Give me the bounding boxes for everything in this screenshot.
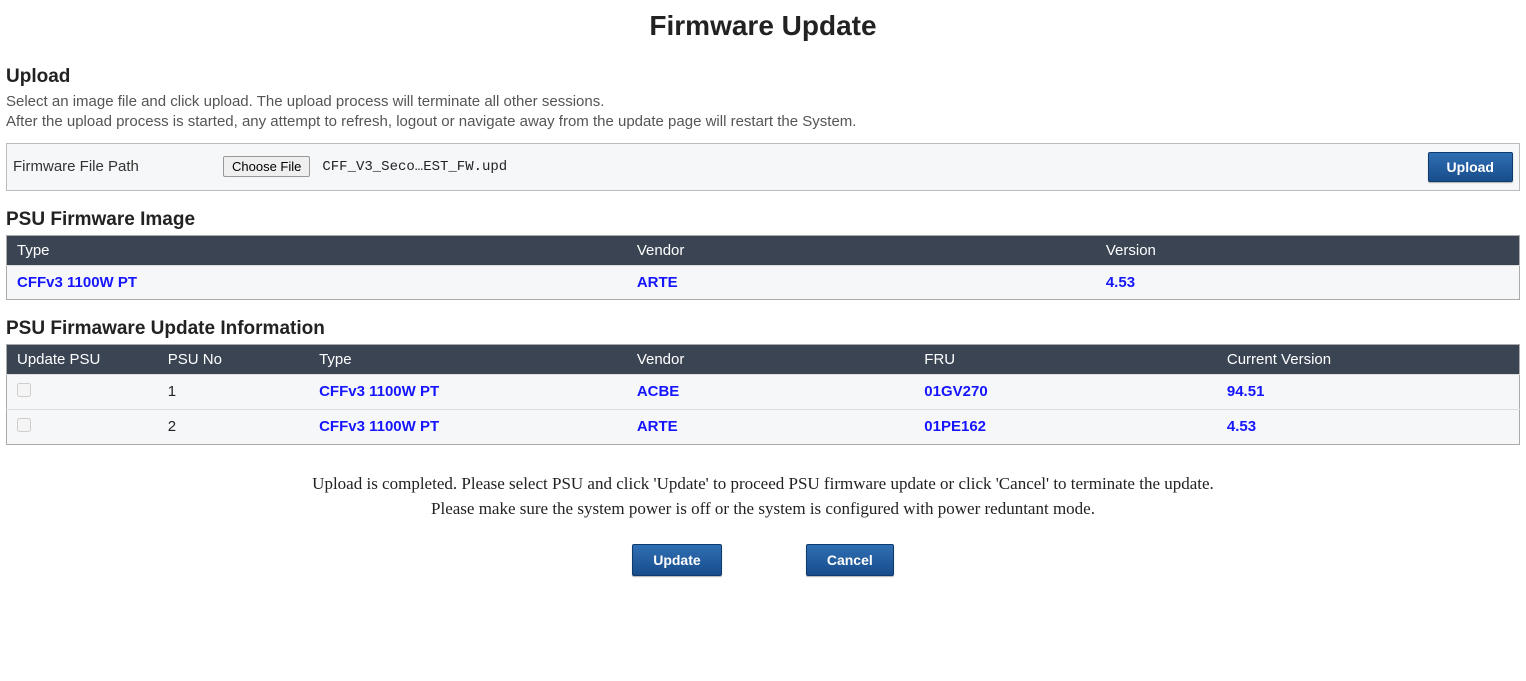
- psu-version: 4.53: [1217, 409, 1520, 444]
- psu-info-header-vendor: Vendor: [627, 344, 914, 374]
- psu-info-header-fru: FRU: [914, 344, 1217, 374]
- psu-type: CFFv3 1100W PT: [309, 409, 627, 444]
- psu-image-section-title: PSU Firmware Image: [6, 209, 1520, 231]
- psu-info-section-title: PSU Firmaware Update Information: [6, 318, 1520, 340]
- psu-no: 2: [158, 409, 309, 444]
- psu-info-header-version: Current Version: [1217, 344, 1520, 374]
- upload-desc-line2: After the upload process is started, any…: [6, 113, 856, 130]
- choose-file-button[interactable]: Choose File: [223, 156, 310, 177]
- upload-section-title: Upload: [6, 66, 1520, 88]
- status-line1: Upload is completed. Please select PSU a…: [312, 474, 1214, 493]
- psu-info-header-type: Type: [309, 344, 627, 374]
- cancel-button[interactable]: Cancel: [806, 544, 894, 576]
- upload-description: Select an image file and click upload. T…: [6, 92, 1520, 133]
- psu-info-header-update: Update PSU: [7, 344, 158, 374]
- psu-select-checkbox-1[interactable]: [17, 383, 31, 397]
- upload-button[interactable]: Upload: [1428, 152, 1513, 182]
- chosen-file-name: CFF_V3_Seco…EST_FW.upd: [322, 159, 507, 175]
- update-button[interactable]: Update: [632, 544, 721, 576]
- psu-image-header-type: Type: [7, 235, 627, 265]
- psu-image-type: CFFv3 1100W PT: [7, 265, 627, 299]
- table-row: 1 CFFv3 1100W PT ACBE 01GV270 94.51: [7, 374, 1520, 409]
- psu-fru: 01GV270: [914, 374, 1217, 409]
- psu-select-checkbox-2[interactable]: [17, 418, 31, 432]
- table-row: 2 CFFv3 1100W PT ARTE 01PE162 4.53: [7, 409, 1520, 444]
- page-title: Firmware Update: [6, 10, 1520, 42]
- psu-vendor: ACBE: [627, 374, 914, 409]
- status-message: Upload is completed. Please select PSU a…: [6, 471, 1520, 522]
- psu-image-version: 4.53: [1096, 265, 1520, 299]
- psu-image-table: Type Vendor Version CFFv3 1100W PT ARTE …: [6, 235, 1520, 300]
- psu-image-vendor: ARTE: [627, 265, 1096, 299]
- upload-desc-line1: Select an image file and click upload. T…: [6, 93, 604, 110]
- psu-info-header-no: PSU No: [158, 344, 309, 374]
- psu-version: 94.51: [1217, 374, 1520, 409]
- psu-image-header-version: Version: [1096, 235, 1520, 265]
- psu-no: 1: [158, 374, 309, 409]
- status-line2: Please make sure the system power is off…: [431, 499, 1095, 518]
- psu-fru: 01PE162: [914, 409, 1217, 444]
- psu-vendor: ARTE: [627, 409, 914, 444]
- upload-box: Firmware File Path Choose File CFF_V3_Se…: [6, 143, 1520, 191]
- firmware-file-path-label: Firmware File Path: [13, 158, 213, 175]
- action-button-row: Update Cancel: [6, 544, 1520, 576]
- psu-info-table: Update PSU PSU No Type Vendor FRU Curren…: [6, 344, 1520, 445]
- psu-image-row: CFFv3 1100W PT ARTE 4.53: [7, 265, 1520, 299]
- psu-image-header-vendor: Vendor: [627, 235, 1096, 265]
- psu-type: CFFv3 1100W PT: [309, 374, 627, 409]
